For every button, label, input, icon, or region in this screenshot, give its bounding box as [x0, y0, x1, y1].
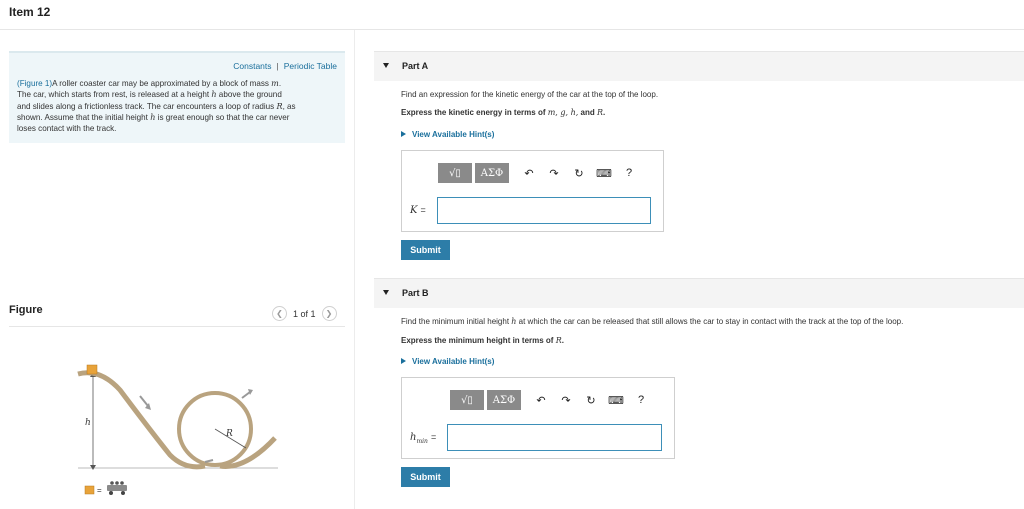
legend-block-icon [84, 485, 95, 495]
top-divider [0, 29, 1024, 30]
problem-statement: Constants | Periodic Table (Figure 1)A rol… [9, 51, 345, 143]
answer-equals: = [430, 432, 437, 442]
problem-text: (Figure 1)A roller coaster car may be ap… [17, 78, 339, 134]
part-a-header[interactable]: Part A [374, 51, 1024, 81]
math-variable: m [271, 78, 279, 88]
undo-icon[interactable]: ↶ [521, 165, 537, 181]
figure-label: Figure [9, 304, 43, 316]
caret-right-icon [401, 131, 406, 137]
loop-bottom-arrow-icon [204, 459, 214, 463]
redo-icon[interactable]: ↷ [558, 392, 574, 408]
coaster-car-icon [107, 481, 127, 495]
part-b-instruction: Express the minimum height in terms of R… [401, 336, 564, 345]
greek-symbols-icon[interactable]: ΑΣΦ [475, 163, 509, 183]
question-text: at which the car can be released that st… [516, 317, 904, 326]
undo-icon[interactable]: ↶ [533, 392, 549, 408]
block-icon [86, 364, 98, 375]
problem-line: The car, which starts from rest, is rele… [17, 90, 212, 100]
math-toolbar: √▯ ΑΣΦ ↶ ↷ ↻ ⌨ ? [438, 163, 637, 183]
answer-variable: K [410, 205, 418, 216]
templates-icon[interactable]: √▯ [450, 390, 484, 410]
redo-icon[interactable]: ↷ [546, 165, 562, 181]
roller-coaster-figure: h R = [77, 364, 278, 495]
answer-equals: = [420, 205, 426, 215]
part-b-answer-input[interactable] [447, 424, 662, 451]
instruction-end: . [603, 108, 606, 117]
problem-line: . [278, 79, 282, 88]
part-a-submit-button[interactable]: Submit [401, 240, 450, 260]
answer-subscript: min [416, 438, 428, 445]
figure-page-count: 1 of 1 [293, 308, 316, 319]
reset-icon[interactable]: ↻ [583, 392, 599, 408]
hint-label: View Available Hint(s) [412, 357, 495, 366]
reference-links: Constants | Periodic Table [233, 61, 337, 71]
question-text: Find the minimum initial height [401, 317, 512, 326]
part-a-answer-input[interactable] [437, 197, 651, 224]
reset-icon[interactable]: ↻ [571, 165, 587, 181]
periodic-table-link[interactable]: Periodic Table [284, 61, 337, 71]
part-b-answer-label: hmin = [410, 432, 436, 445]
hint-label: View Available Hint(s) [412, 130, 495, 139]
part-a-title: Part A [402, 61, 429, 71]
link-separator: | [276, 61, 279, 71]
chevron-left-icon[interactable]: ❮ [272, 306, 287, 321]
part-b-answer-box: √▯ ΑΣΦ ↶ ↷ ↻ ⌨ ? hmin = [401, 377, 675, 459]
part-b-submit-button[interactable]: Submit [401, 467, 450, 487]
chevron-right-icon[interactable]: ❯ [321, 306, 337, 321]
radius-label: R [225, 429, 233, 439]
templates-icon[interactable]: √▯ [438, 163, 472, 183]
part-b-hint-link[interactable]: View Available Hint(s) [401, 357, 494, 366]
help-icon[interactable]: ? [633, 392, 649, 408]
problem-line: above the ground [216, 90, 282, 100]
caret-down-icon[interactable] [383, 63, 389, 68]
constants-link[interactable]: Constants [233, 61, 271, 71]
problem-line: and slides along a frictionless track. T… [17, 101, 277, 111]
part-b-header[interactable]: Part B [374, 278, 1024, 308]
problem-line: A roller coaster car may be approximated… [52, 79, 272, 88]
instruction-text: Express the minimum height in terms of [401, 336, 556, 345]
instruction-end: . [561, 336, 564, 345]
keyboard-icon[interactable]: ⌨ [608, 392, 624, 408]
legend-equals: = [97, 486, 102, 495]
figure-pager: ❮ 1 of 1 ❯ [272, 306, 337, 321]
math-variables: m, g, h, [547, 108, 579, 117]
greek-symbols-icon[interactable]: ΑΣΦ [487, 390, 521, 410]
part-b-question: Find the minimum initial height h at whi… [401, 317, 903, 326]
direction-arrow-icon [139, 395, 149, 407]
part-a-hint-link[interactable]: View Available Hint(s) [401, 130, 494, 139]
problem-line: , as [282, 101, 296, 111]
figure-reference-link[interactable]: (Figure 1) [17, 79, 52, 88]
item-title: Item 12 [9, 5, 51, 19]
instruction-text: Express the kinetic energy in terms of [401, 108, 548, 117]
part-a-instruction: Express the kinetic energy in terms of m… [401, 108, 605, 117]
part-a-answer-label: K = [410, 205, 426, 216]
math-toolbar: √▯ ΑΣΦ ↶ ↷ ↻ ⌨ ? [450, 390, 649, 410]
help-icon[interactable]: ? [621, 165, 637, 181]
instruction-and: and [578, 108, 597, 117]
problem-line: loses contact with the track. [17, 123, 117, 133]
caret-right-icon [401, 358, 406, 364]
part-b-title: Part B [402, 288, 429, 298]
loop-arrow-icon [241, 391, 251, 399]
problem-line: shown. Assume that the initial height [17, 113, 151, 123]
keyboard-icon[interactable]: ⌨ [596, 165, 612, 181]
part-a-answer-box: √▯ ΑΣΦ ↶ ↷ ↻ ⌨ ? K = [401, 150, 664, 232]
column-divider [354, 30, 355, 509]
part-a-question: Find an expression for the kinetic energ… [401, 90, 659, 99]
problem-line: is great enough so that the car never [155, 113, 290, 123]
figure-divider [9, 326, 345, 327]
caret-down-icon[interactable] [383, 290, 389, 295]
height-label: h [85, 418, 91, 428]
